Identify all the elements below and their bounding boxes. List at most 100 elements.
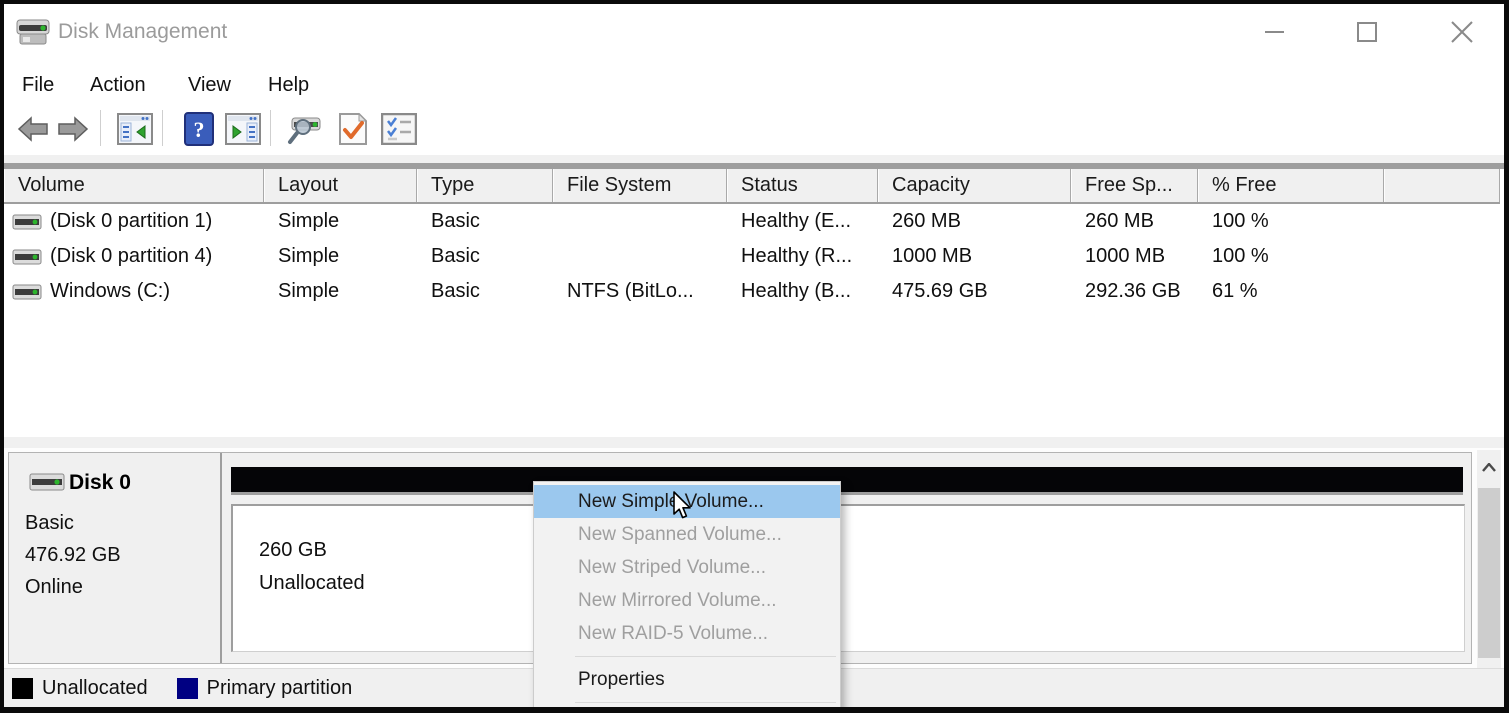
volume-free-space: 1000 MB <box>1071 239 1198 274</box>
column-header-capacity[interactable]: Capacity <box>878 169 1071 202</box>
properties-list-button[interactable] <box>380 110 418 148</box>
show-console-tree-button[interactable] <box>116 110 154 148</box>
legend-label-unallocated: Unallocated <box>42 677 148 700</box>
partition-label: Unallocated <box>259 567 1464 600</box>
scrollbar-thumb[interactable] <box>1478 488 1500 658</box>
menu-item-new-spanned-volume: New Spanned Volume... <box>534 518 840 551</box>
unallocated-partition-block[interactable]: 260 GB Unallocated <box>231 504 1465 652</box>
minimize-icon <box>1263 20 1287 44</box>
check-document-icon <box>338 112 368 146</box>
toolbar: ? <box>4 104 1504 155</box>
window-title: Disk Management <box>58 20 227 44</box>
column-header-type[interactable]: Type <box>417 169 553 202</box>
volume-name: (Disk 0 partition 4) <box>50 239 212 274</box>
disk-management-app-icon <box>14 14 52 50</box>
toolbar-lower-strip <box>4 155 1504 163</box>
forward-icon <box>57 116 89 142</box>
volume-capacity: 260 MB <box>878 204 1071 239</box>
unallocated-swatch <box>12 678 33 699</box>
menu-bar: File Action View Help <box>4 66 1504 104</box>
properties-list-icon <box>381 113 417 145</box>
title-bar: Disk Management <box>4 4 1504 66</box>
volume-pct-free: 100 % <box>1198 204 1384 239</box>
legend-label-primary-partition: Primary partition <box>207 677 353 700</box>
menu-separator <box>575 702 836 703</box>
menu-item-new-mirrored-volume: New Mirrored Volume... <box>534 584 840 617</box>
volume-icon <box>12 213 42 231</box>
pane-splitter[interactable] <box>4 437 1504 448</box>
scroll-up-button[interactable] <box>1477 456 1501 478</box>
toolbar-separator <box>270 110 271 146</box>
vertical-scrollbar[interactable] <box>1477 450 1501 668</box>
disk-management-window: Disk Management File Action View Help <box>0 0 1509 713</box>
volume-file-system <box>553 204 727 239</box>
partition-size: 260 GB <box>259 534 1464 567</box>
volume-file-system: NTFS (BitLo... <box>553 274 727 309</box>
volume-type: Basic <box>417 204 553 239</box>
rescan-disks-button[interactable] <box>286 110 324 148</box>
maximize-icon <box>1355 20 1379 44</box>
close-button[interactable] <box>1440 10 1484 54</box>
help-icon: ? <box>184 112 214 146</box>
maximize-button[interactable] <box>1345 10 1389 54</box>
volume-name: Windows (C:) <box>50 274 170 309</box>
volume-icon <box>12 283 42 301</box>
column-header-layout[interactable]: Layout <box>264 169 417 202</box>
volume-list: Volume Layout Type File System Status Ca… <box>4 169 1500 437</box>
disk-name: Disk 0 <box>69 467 131 499</box>
disk-0-header[interactable]: Disk 0 Basic 476.92 GB Online <box>9 453 222 663</box>
disk-icon <box>29 471 65 495</box>
table-row[interactable]: (Disk 0 partition 1) Simple Basic Health… <box>4 204 1500 239</box>
volume-status: Healthy (R... <box>727 239 878 274</box>
context-menu: New Simple Volume... New Spanned Volume.… <box>533 481 841 707</box>
column-header-status[interactable]: Status <box>727 169 878 202</box>
volume-free-space: 260 MB <box>1071 204 1198 239</box>
menu-item-new-raid5-volume: New RAID-5 Volume... <box>534 617 840 650</box>
unallocated-color-bar[interactable] <box>231 467 1463 495</box>
volume-free-space: 292.36 GB <box>1071 274 1198 309</box>
show-action-pane-icon <box>225 113 261 145</box>
toolbar-separator <box>100 110 101 146</box>
table-row[interactable]: (Disk 0 partition 4) Simple Basic Health… <box>4 239 1500 274</box>
menu-item-new-simple-volume[interactable]: New Simple Volume... <box>534 485 840 518</box>
forward-button[interactable] <box>54 110 92 148</box>
volume-status: Healthy (E... <box>727 204 878 239</box>
chevron-up-icon <box>1482 463 1496 472</box>
column-header-pct-free[interactable]: % Free <box>1198 169 1384 202</box>
back-icon <box>17 116 49 142</box>
svg-text:?: ? <box>194 117 205 142</box>
volume-layout: Simple <box>264 274 417 309</box>
window-content: Disk Management File Action View Help <box>4 4 1504 707</box>
disk-capacity: 476.92 GB <box>25 539 121 571</box>
menu-item-properties[interactable]: Properties <box>534 663 840 696</box>
disk-status: Online <box>25 571 83 603</box>
volume-capacity: 475.69 GB <box>878 274 1071 309</box>
column-header-file-system[interactable]: File System <box>553 169 727 202</box>
toolbar-separator <box>162 110 163 146</box>
show-console-tree-icon <box>117 113 153 145</box>
menu-help[interactable]: Help <box>268 68 309 102</box>
check-document-button[interactable] <box>334 110 372 148</box>
volume-layout: Simple <box>264 239 417 274</box>
volume-status: Healthy (B... <box>727 274 878 309</box>
volume-list-header: Volume Layout Type File System Status Ca… <box>4 169 1500 204</box>
volume-icon <box>12 248 42 266</box>
column-header-blank <box>1384 169 1500 202</box>
menu-item-new-striped-volume: New Striped Volume... <box>534 551 840 584</box>
show-action-pane-button[interactable] <box>224 110 262 148</box>
menu-file[interactable]: File <box>22 68 54 102</box>
table-row[interactable]: Windows (C:) Simple Basic NTFS (BitLo...… <box>4 274 1500 309</box>
volume-layout: Simple <box>264 204 417 239</box>
menu-view[interactable]: View <box>188 68 231 102</box>
menu-action[interactable]: Action <box>90 68 146 102</box>
volume-name: (Disk 0 partition 1) <box>50 204 212 239</box>
volume-pct-free: 100 % <box>1198 239 1384 274</box>
column-header-volume[interactable]: Volume <box>4 169 264 202</box>
rescan-disks-icon <box>286 112 324 146</box>
column-header-free-space[interactable]: Free Sp... <box>1071 169 1198 202</box>
volume-pct-free: 61 % <box>1198 274 1384 309</box>
minimize-button[interactable] <box>1253 10 1297 54</box>
volume-type: Basic <box>417 274 553 309</box>
help-button[interactable]: ? <box>180 110 218 148</box>
back-button[interactable] <box>14 110 52 148</box>
